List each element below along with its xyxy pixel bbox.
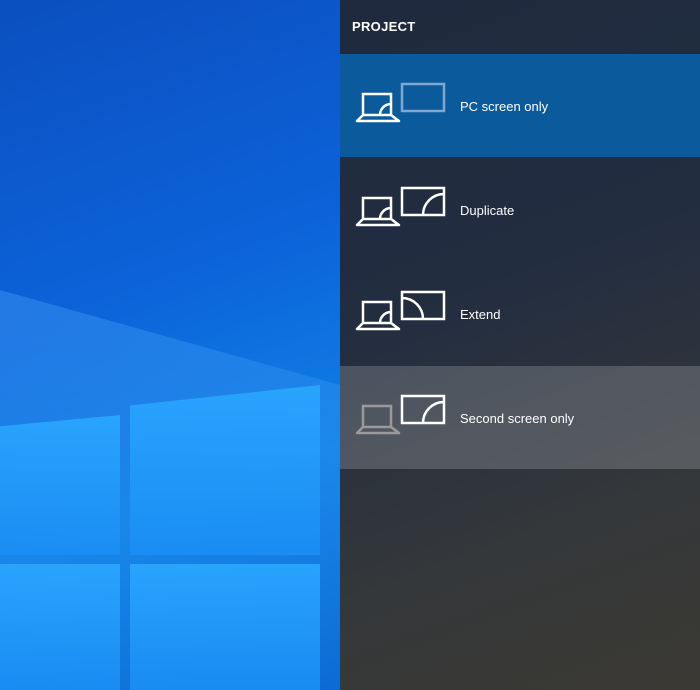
windows-logo-pane [130, 385, 320, 555]
option-second-screen-only[interactable]: Second screen only [340, 366, 700, 469]
windows-logo-pane [130, 564, 320, 690]
option-pc-screen-only[interactable]: PC screen only [340, 54, 700, 157]
option-label: PC screen only [460, 99, 549, 114]
project-panel: PROJECT PC screen only Duplicate Extend [340, 0, 700, 690]
option-label: Extend [460, 307, 501, 322]
second-screen-only-icon [355, 394, 446, 435]
pc-screen-only-icon [355, 82, 446, 123]
option-extend[interactable]: Extend [340, 262, 700, 365]
windows-logo-pane [0, 415, 120, 555]
windows-logo-pane [0, 564, 120, 690]
option-label: Second screen only [460, 411, 575, 426]
panel-title: PROJECT [352, 19, 416, 34]
duplicate-icon [355, 186, 446, 227]
option-label: Duplicate [460, 203, 515, 218]
option-duplicate[interactable]: Duplicate [340, 158, 700, 261]
desktop-wallpaper [0, 0, 340, 690]
extend-icon [355, 290, 446, 331]
